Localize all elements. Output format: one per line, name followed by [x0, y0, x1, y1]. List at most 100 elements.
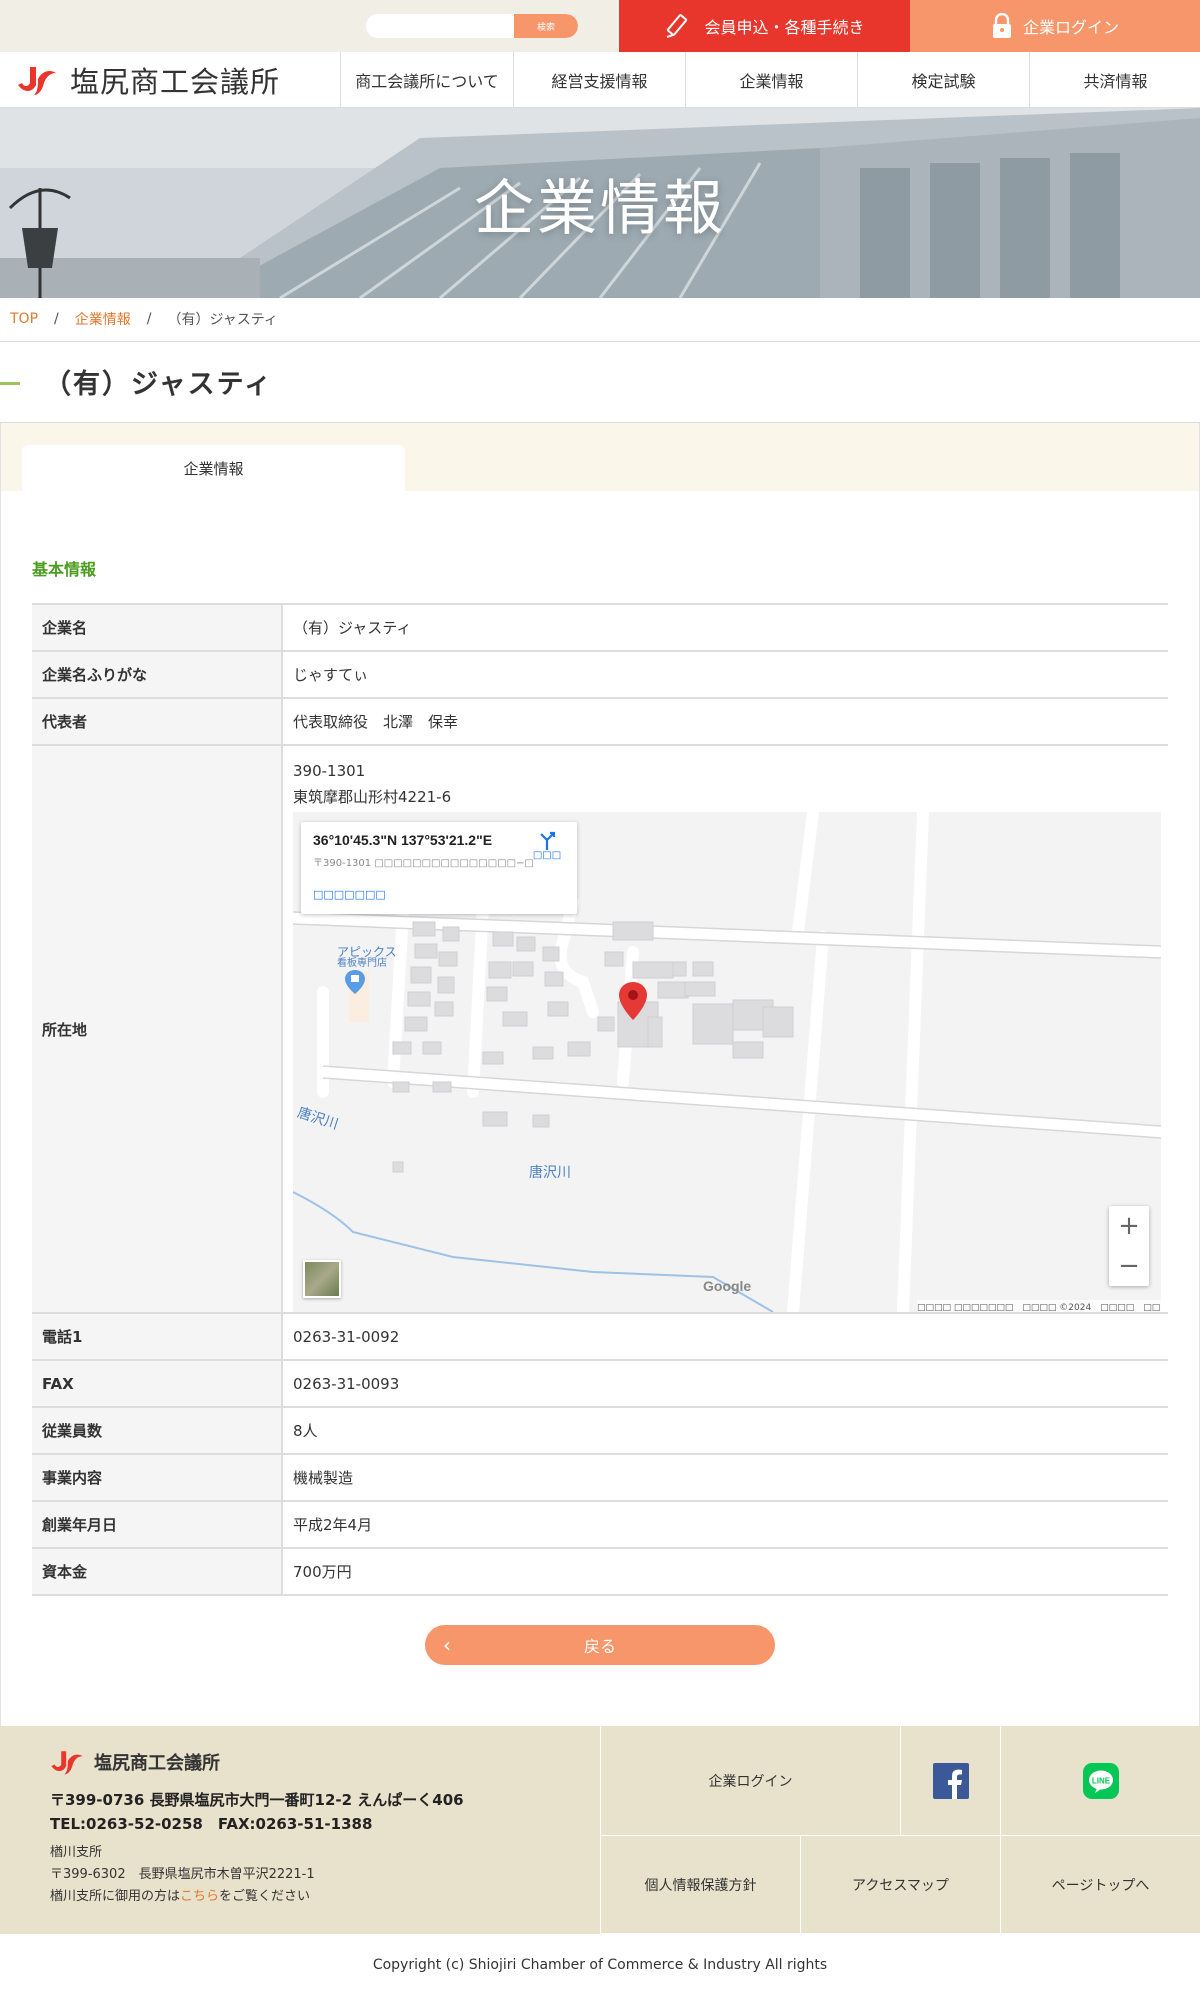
table-row: 事業内容 機械製造: [32, 1453, 1168, 1502]
hero-title: 企業情報: [474, 173, 726, 244]
section-title: 基本情報: [32, 560, 97, 579]
nav-company-info[interactable]: 企業情報: [685, 52, 857, 108]
row-label: 企業名ふりがな: [32, 650, 283, 699]
footer-nav: 企業ログイン LINE 個人情報保護方針 アクセスマップ ページトップへ: [600, 1726, 1200, 1934]
satellite-toggle[interactable]: [303, 1260, 341, 1298]
tabs-area: 企業情報: [0, 423, 1200, 491]
map-enlarge-link[interactable]: □□□□□□□: [313, 888, 386, 901]
zoom-out-button[interactable]: −: [1109, 1246, 1149, 1286]
branch-note-pre: 楢川支所に御用の方は: [50, 1889, 181, 1904]
nav-about[interactable]: 商工会議所について: [340, 52, 513, 108]
member-application-button[interactable]: 会員申込・各種手続き: [619, 0, 910, 52]
shop-pin-icon: [345, 970, 365, 994]
nav-business-support[interactable]: 経営支援情報: [513, 52, 685, 108]
chamber-logo-icon: [18, 67, 56, 95]
map-directions-button[interactable]: □□□: [527, 830, 567, 870]
search-button[interactable]: 検索: [514, 14, 578, 38]
row-value: 機械製造: [282, 1453, 1168, 1502]
row-value: 700万円: [282, 1547, 1168, 1596]
table-row: FAX 0263-31-0093: [32, 1359, 1168, 1408]
back-button[interactable]: ‹ 戻る: [425, 1625, 775, 1665]
footer-company-login[interactable]: 企業ログイン: [600, 1726, 900, 1836]
page-title: （有）ジャスティ: [44, 369, 274, 400]
search-input[interactable]: [366, 14, 516, 38]
site-logo[interactable]: 塩尻商工会議所: [16, 60, 280, 100]
row-value: 0263-31-0093: [282, 1359, 1168, 1408]
copyright: Copyright (c) Shiojiri Chamber of Commer…: [0, 1934, 1200, 1996]
svg-text:LINE: LINE: [1091, 1776, 1110, 1785]
chevron-left-icon: ‹: [443, 1633, 451, 1657]
postal-code: 390-1301: [293, 762, 366, 780]
chamber-logo-icon: [51, 1751, 83, 1775]
row-value: 0263-31-0092: [282, 1312, 1168, 1361]
heading-accent-bar: [0, 382, 20, 385]
embedded-map[interactable]: 唐沢川 唐沢川 アピックス 看板専門店 36°10'45.3"N 137°53'…: [293, 812, 1161, 1312]
place-sub: 看板専門店: [337, 958, 387, 969]
nav-mutual-aid[interactable]: 共済情報: [1029, 52, 1200, 108]
footer-line[interactable]: LINE: [1000, 1726, 1200, 1836]
row-label: 電話1: [32, 1312, 283, 1361]
footer-logo[interactable]: 塩尻商工会議所: [48, 1748, 220, 1776]
company-login-button[interactable]: 企業ログイン: [910, 0, 1200, 52]
map-directions-label: □□□: [532, 850, 562, 861]
footer-branch: 楢川支所 〒399-6302 長野県塩尻市木曽平沢2221-1 楢川支所に御用の…: [50, 1842, 315, 1908]
table-row-address: 所在地 390-1301 東筑摩郡山形村4221-6 唐沢川 唐沢川 アピックス…: [32, 744, 1168, 1314]
site-footer: 塩尻商工会議所 〒399-0736 長野県塩尻市大門一番町12-2 えんぱーく4…: [0, 1726, 1200, 1934]
footer-tel-fax: TEL:0263-52-0258 FAX:0263-51-1388: [50, 1815, 373, 1833]
top-bar: 検索 会員申込・各種手続き 企業ログイン: [0, 0, 1200, 52]
branch-note: 楢川支所に御用の方はこちらをご覧ください: [50, 1886, 315, 1908]
tab-company-info[interactable]: 企業情報: [22, 445, 405, 491]
row-label: 企業名: [32, 603, 283, 652]
member-application-label: 会員申込・各種手続き: [704, 18, 865, 37]
row-value: じゃすてぃ: [282, 650, 1168, 699]
row-value: （有）ジャスティ: [282, 603, 1168, 652]
row-label: 事業内容: [32, 1453, 283, 1502]
google-logo: Google: [703, 1278, 752, 1294]
breadcrumb-company-info[interactable]: 企業情報: [75, 309, 131, 329]
footer-address-line: 〒399-0736 長野県塩尻市大門一番町12-2 えんぱーく406: [50, 1791, 464, 1809]
row-label: FAX: [32, 1359, 283, 1408]
back-button-label: 戻る: [583, 1637, 616, 1656]
footer-access-map[interactable]: アクセスマップ: [800, 1836, 1000, 1934]
footer-page-top[interactable]: ページトップへ: [1000, 1836, 1200, 1934]
zoom-in-button[interactable]: +: [1109, 1206, 1149, 1246]
breadcrumb-top[interactable]: TOP: [10, 311, 38, 327]
breadcrumb-separator: /: [146, 311, 152, 327]
footer-facebook[interactable]: [900, 1726, 1000, 1836]
line-icon: LINE: [1082, 1762, 1119, 1799]
footer-address: 〒399-0736 長野県塩尻市大門一番町12-2 えんぱーく406 TEL:0…: [50, 1788, 464, 1836]
row-value: 代表取締役 北澤 保幸: [282, 697, 1168, 746]
branch-note-post: をご覧ください: [219, 1889, 311, 1904]
page-heading: （有）ジャスティ: [0, 341, 1200, 423]
breadcrumb: TOP / 企業情報 / （有）ジャスティ: [10, 308, 278, 330]
footer-logo-text: 塩尻商工会議所: [94, 1753, 220, 1774]
global-nav: 商工会議所について 経営支援情報 企業情報 検定試験 共済情報: [340, 52, 1200, 108]
location-pin-icon[interactable]: [619, 982, 647, 1020]
breadcrumb-separator: /: [54, 311, 59, 327]
search-box: 検索: [366, 14, 578, 38]
table-row: 企業名ふりがな じゃすてぃ: [32, 650, 1168, 699]
site-header: 塩尻商工会議所 商工会議所について 経営支援情報 企業情報 検定試験 共済情報: [0, 52, 1200, 108]
branch-link[interactable]: こちら: [180, 1889, 219, 1904]
row-label: 従業員数: [32, 1406, 283, 1455]
map-info-card: 36°10'45.3"N 137°53'21.2"E 〒390-1301 □□□…: [301, 822, 577, 914]
row-label: 所在地: [32, 744, 283, 1314]
place-label[interactable]: アピックス 看板専門店: [337, 946, 397, 970]
branch-address: 〒399-6302 長野県塩尻市木曽平沢2221-1: [50, 1867, 315, 1882]
row-value: 8人: [282, 1406, 1168, 1455]
nav-certification-exams[interactable]: 検定試験: [857, 52, 1029, 108]
pencil-icon: [667, 14, 688, 38]
river-label: 唐沢川: [529, 1165, 571, 1181]
lock-icon: [992, 13, 1011, 38]
map-attribution[interactable]: □□□□ □□□□□□□ □□□□ ©2024 □□□□ □□□□□□□□□□□: [917, 1300, 1161, 1312]
row-label: 代表者: [32, 697, 283, 746]
table-row: 資本金 700万円: [32, 1547, 1168, 1596]
footer-privacy-policy[interactable]: 個人情報保護方針: [600, 1836, 800, 1934]
table-row: 電話1 0263-31-0092: [32, 1312, 1168, 1361]
map-zoom-control: + −: [1109, 1206, 1149, 1286]
hero-banner: 企業情報: [0, 108, 1200, 298]
company-login-label: 企業ログイン: [1022, 18, 1119, 37]
facebook-icon: [932, 1762, 969, 1799]
address-cell: 390-1301 東筑摩郡山形村4221-6 唐沢川 唐沢川 アピックス 看板専…: [282, 744, 1168, 1314]
directions-icon: [540, 831, 556, 850]
